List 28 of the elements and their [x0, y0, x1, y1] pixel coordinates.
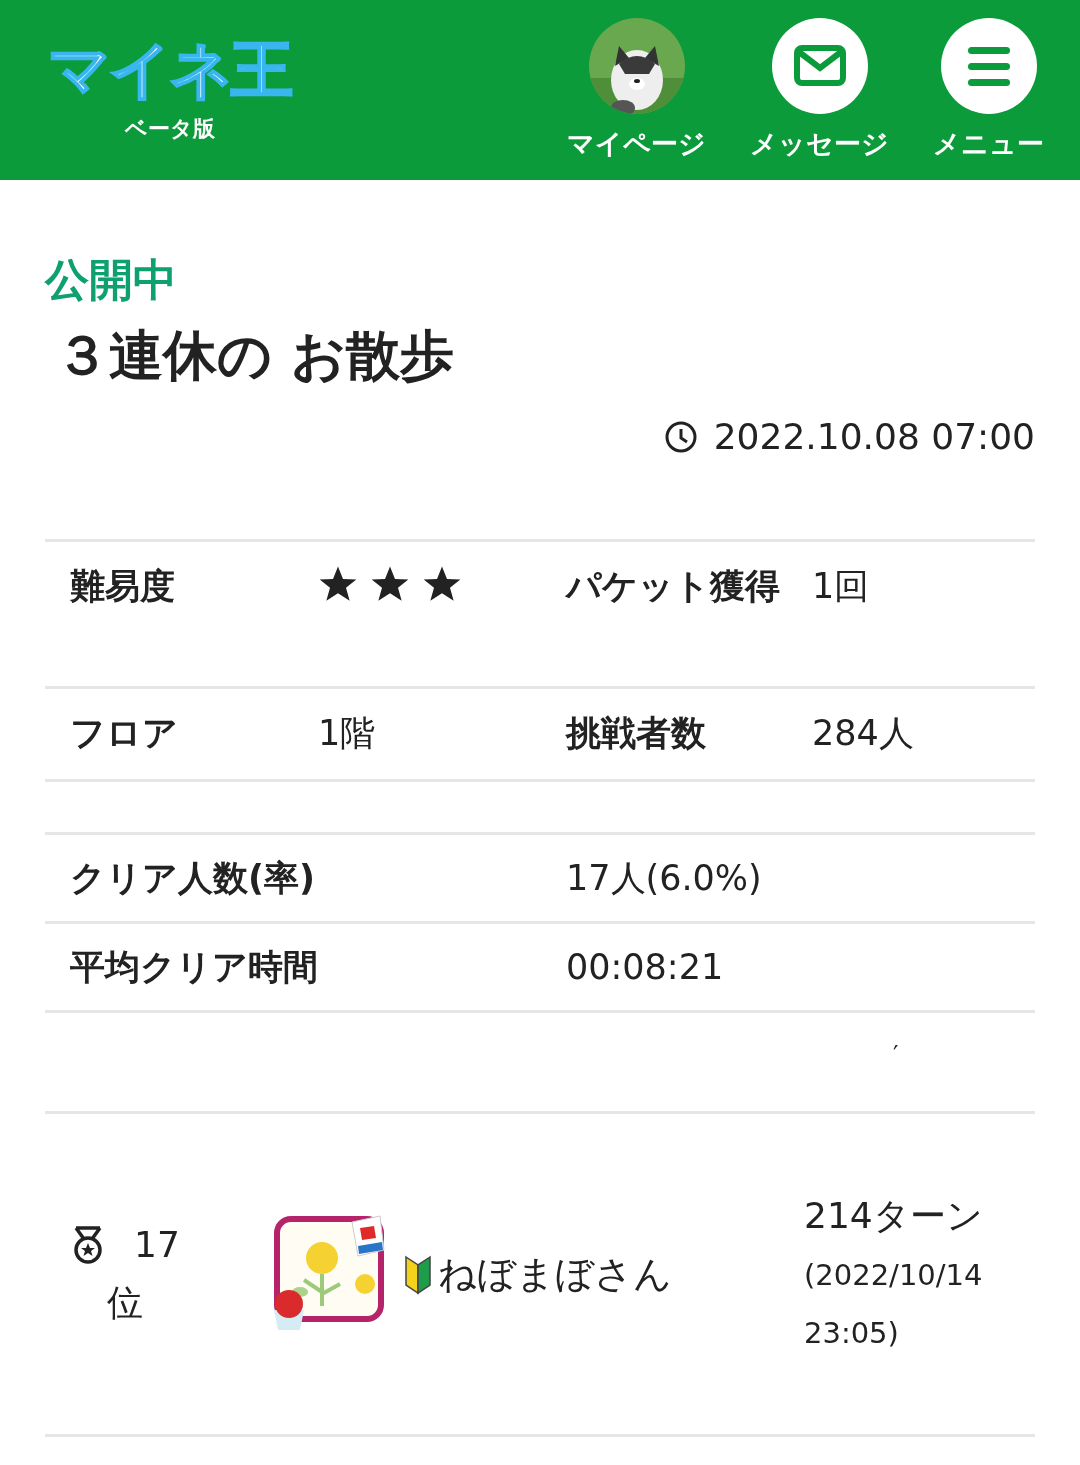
- menu-icon: [940, 18, 1037, 114]
- rank-number: 17: [134, 1223, 180, 1267]
- nav-messages-link[interactable]: メッセージ: [750, 18, 889, 162]
- stat-label: 難易度: [69, 565, 176, 608]
- date-time: 2022.10.08 07:00: [713, 416, 1035, 457]
- stat-label: 平均クリア時間: [69, 946, 319, 989]
- rank-suffix: 位: [107, 1281, 143, 1325]
- logo-subtitle: ベータ版: [124, 115, 215, 143]
- stat-value: 00:08:21: [565, 946, 725, 989]
- beginner-mark-icon: [404, 1253, 432, 1295]
- status-label: 公開中: [45, 253, 178, 307]
- clock-icon: [663, 419, 698, 454]
- nav-menu-link[interactable]: メニュー: [933, 18, 1044, 162]
- stat-label: クリア人数(率): [69, 857, 316, 900]
- stat-value: 1回: [811, 565, 871, 608]
- stat-value: 17人(6.0%): [565, 857, 763, 900]
- nav-mypage-link[interactable]: マイページ: [567, 18, 706, 162]
- page-title: ３連休の お散歩: [55, 323, 455, 389]
- stat-label: フロア: [69, 712, 179, 755]
- clear-date: (2022/10/14 23:05): [804, 1257, 984, 1352]
- mail-icon: [771, 18, 868, 114]
- stat-label: 挑戦者数: [564, 712, 707, 755]
- stat-value: 1階: [317, 712, 377, 755]
- stat-label: パケット獲得: [564, 565, 781, 608]
- user-name[interactable]: ねぼまぼさん: [438, 1248, 672, 1300]
- turn-count: 214ターン: [804, 1194, 984, 1238]
- stray-mark: ′: [893, 1041, 899, 1069]
- stat-value: 284人: [811, 712, 915, 755]
